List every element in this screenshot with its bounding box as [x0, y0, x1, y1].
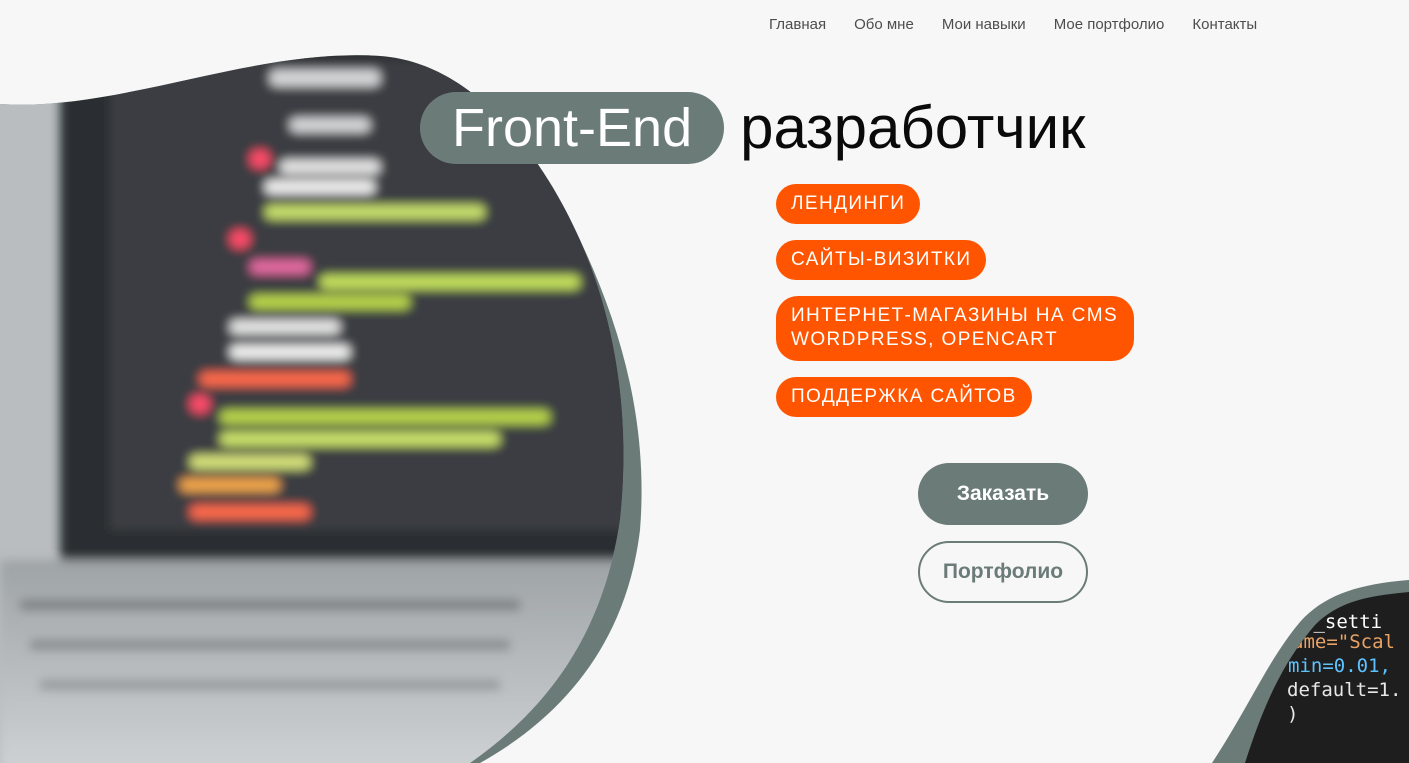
code-line: min=0.01,	[1288, 655, 1391, 677]
hero-headline: Front-End разработчик	[420, 92, 1085, 164]
service-tag-site-support: ПОДДЕРЖКА САЙТОВ	[776, 377, 1032, 417]
services-list: ЛЕНДИНГИ САЙТЫ-ВИЗИТКИ ИНТЕРНЕТ-МАГАЗИНЫ…	[776, 184, 1176, 433]
service-tag-online-stores: ИНТЕРНЕТ-МАГАЗИНЫ НА CMS WORDPRESS, OPEN…	[776, 296, 1135, 361]
nav-link-home[interactable]: Главная	[769, 16, 826, 38]
nav-link-portfolio[interactable]: Мое портфолио	[1054, 16, 1165, 38]
top-navigation: Главная Обо мне Мои навыки Мое портфолио…	[769, 16, 1257, 38]
nav-link-about[interactable]: Обо мне	[854, 16, 914, 38]
service-tag-business-card-sites: САЙТЫ-ВИЗИТКИ	[776, 240, 987, 280]
portfolio-button[interactable]: Портфолио	[918, 541, 1088, 603]
nav-link-skills[interactable]: Мои навыки	[942, 16, 1026, 38]
code-line: e_setti	[1302, 611, 1382, 633]
nav-link-contacts[interactable]: Контакты	[1192, 16, 1257, 38]
order-button[interactable]: Заказать	[918, 463, 1088, 525]
code-line: default=1.	[1287, 679, 1401, 701]
headline-highlight: Front-End	[420, 92, 725, 164]
code-line: ame="Scal	[1292, 631, 1395, 653]
headline-text: разработчик	[740, 94, 1086, 161]
code-line: )	[1287, 703, 1298, 725]
service-tag-landings: ЛЕНДИНГИ	[776, 184, 921, 224]
